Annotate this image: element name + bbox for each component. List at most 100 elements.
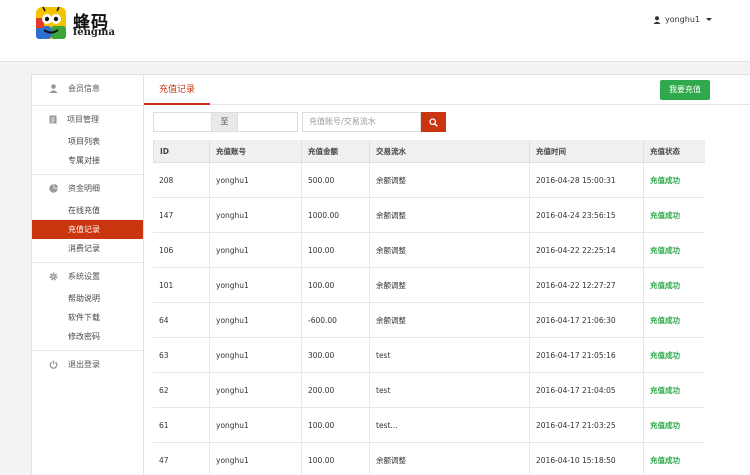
column-header[interactable]: 交易流水 <box>369 140 529 162</box>
recharge-records-table: ID 充值账号 充值金额 交易流水 充值时间 充值状态 208 yonghu1 50… <box>153 140 705 475</box>
cell-transaction: 余额调整 <box>369 198 529 232</box>
sidebar-item-dedicated-docking[interactable]: 专属对接 <box>32 151 143 170</box>
column-header[interactable]: 充值账号 <box>209 140 301 162</box>
cell-id: 147 <box>159 210 174 220</box>
cell-account: yonghu1 <box>209 373 301 407</box>
sidebar-item-project-list[interactable]: 项目列表 <box>32 132 143 151</box>
cell-transaction: 余额调整 <box>369 303 529 337</box>
cell-account: yonghu1 <box>209 443 301 475</box>
table-body: 208 yonghu1 500.00 余额调整 2016-04-28 15:00:31 充… <box>153 163 705 475</box>
cell-amount: 100.00 <box>301 408 369 442</box>
tab-recharge-records[interactable]: 充值记录 <box>144 75 210 105</box>
cell-account: yonghu1 <box>209 198 301 232</box>
cell-amount: 300.00 <box>301 338 369 372</box>
cell-id: 106 <box>159 245 174 255</box>
sidebar-item-online-recharge[interactable]: 在线充值 <box>32 201 143 220</box>
cell-time: 2016-04-24 23:56:15 <box>529 198 643 232</box>
table-row: 64 yonghu1 -600.00 余额调整 2016-04-17 21:06:30 充… <box>153 303 705 338</box>
cell-amount: 100.00 <box>301 443 369 475</box>
cell-id: 101 <box>159 280 174 290</box>
gear-icon <box>49 272 58 280</box>
cell-time: 2016-04-22 22:25:14 <box>529 233 643 267</box>
search-input[interactable]: 充值账号/交易流水 <box>302 112 421 132</box>
bee-logo-icon <box>36 6 66 39</box>
date-range-separator: 至 <box>212 112 237 132</box>
cell-account: yonghu1 <box>209 408 301 442</box>
cell-account: yonghu1 <box>209 303 301 337</box>
nav-group-settings: 系统设置 帮助说明 软件下载 修改密码 <box>32 263 143 351</box>
brand-name-en: fengma <box>73 27 115 38</box>
user-icon <box>653 15 661 24</box>
cell-account: yonghu1 <box>209 338 301 372</box>
cell-transaction: test <box>369 338 529 372</box>
search-button[interactable] <box>421 112 446 132</box>
sidebar-item-change-password[interactable]: 修改密码 <box>32 327 143 346</box>
cell-amount: 1000.00 <box>301 198 369 232</box>
top-bar: 蜂码 fengma yonghu1 <box>0 0 750 62</box>
sidebar-item-software-download[interactable]: 软件下载 <box>32 308 143 327</box>
cell-status: 充值成功 <box>643 303 705 337</box>
sidebar-item-consumption-records[interactable]: 消费记录 <box>32 239 143 258</box>
column-header[interactable]: 充值状态 <box>643 140 705 162</box>
tab-bar: 充值记录 我要充值 <box>144 75 750 105</box>
sidebar-item-label: 会员信息 <box>68 83 100 93</box>
table-row: 208 yonghu1 500.00 余额调整 2016-04-28 15:00:31 充… <box>153 163 705 198</box>
cell-time: 2016-04-28 15:00:31 <box>529 163 643 197</box>
end-date-input[interactable] <box>237 112 298 132</box>
cell-status: 充值成功 <box>643 338 705 372</box>
sidebar-item-logout[interactable]: 退出登录 <box>32 351 143 377</box>
column-header[interactable]: 充值金额 <box>301 140 369 162</box>
cell-transaction: test... <box>369 408 529 442</box>
username: yonghu1 <box>664 15 700 24</box>
table-row: 63 yonghu1 300.00 test 2016-04-17 21:05:16 充值… <box>153 338 705 373</box>
sidebar-item-label: 项目管理 <box>67 114 99 124</box>
sidebar-item-help[interactable]: 帮助说明 <box>32 289 143 308</box>
cell-amount: 100.00 <box>301 233 369 267</box>
cell-amount: 200.00 <box>301 373 369 407</box>
brand-logo[interactable]: 蜂码 fengma <box>35 6 125 42</box>
cell-id: 62 <box>159 385 169 395</box>
cell-id: 64 <box>159 315 169 325</box>
nav-group-member: 会员信息 <box>32 75 143 106</box>
cell-transaction: 余额调整 <box>369 268 529 302</box>
cell-account: yonghu1 <box>209 268 301 302</box>
sidebar-item-fund-details[interactable]: 资金明细 <box>32 175 143 201</box>
cell-status: 充值成功 <box>643 198 705 232</box>
cell-time: 2016-04-17 21:06:30 <box>529 303 643 337</box>
nav-group-funds: 资金明细 在线充值 充值记录 消费记录 <box>32 175 143 263</box>
column-header[interactable]: ID <box>153 140 209 162</box>
user-menu[interactable]: yonghu1 <box>653 15 712 24</box>
main-panel: 充值记录 我要充值 至 充值账号/交易流水 ID 充值账号 充值金额 交易流水 … <box>144 74 750 475</box>
cell-account: yonghu1 <box>209 233 301 267</box>
recharge-button[interactable]: 我要充值 <box>660 80 710 100</box>
sidebar-item-label: 系统设置 <box>68 271 100 281</box>
table-row: 101 yonghu1 100.00 余额调整 2016-04-22 12:27:27 充… <box>153 268 705 303</box>
sidebar-item-project-management[interactable]: 项目管理 <box>32 106 143 132</box>
cell-transaction: 余额调整 <box>369 443 529 475</box>
cell-status: 充值成功 <box>643 268 705 302</box>
sidebar-item-label: 资金明细 <box>68 183 100 193</box>
table-header: ID 充值账号 充值金额 交易流水 充值时间 充值状态 <box>153 140 705 163</box>
cell-id: 47 <box>159 455 169 465</box>
sidebar-item-member-info[interactable]: 会员信息 <box>32 75 143 101</box>
user-icon <box>49 83 58 93</box>
cell-time: 2016-04-17 21:03:25 <box>529 408 643 442</box>
nav-group-project: 项目管理 项目列表 专属对接 <box>32 106 143 175</box>
cell-transaction: 余额调整 <box>369 233 529 267</box>
table-row: 147 yonghu1 1000.00 余额调整 2016-04-24 23:56:15… <box>153 198 705 233</box>
cell-status: 充值成功 <box>643 233 705 267</box>
table-row: 106 yonghu1 100.00 余额调整 2016-04-22 22:25:14 充… <box>153 233 705 268</box>
start-date-input[interactable] <box>153 112 212 132</box>
cell-account: yonghu1 <box>209 163 301 197</box>
cell-status: 充值成功 <box>643 163 705 197</box>
table-row: 61 yonghu1 100.00 test... 2016-04-17 21:03:2… <box>153 408 705 443</box>
sidebar-item-system-settings[interactable]: 系统设置 <box>32 263 143 289</box>
search-icon <box>429 117 438 127</box>
cell-status: 充值成功 <box>643 443 705 475</box>
cell-id: 61 <box>159 420 169 430</box>
cell-time: 2016-04-17 21:05:16 <box>529 338 643 372</box>
cell-time: 2016-04-22 12:27:27 <box>529 268 643 302</box>
cell-status: 充值成功 <box>643 373 705 407</box>
column-header[interactable]: 充值时间 <box>529 140 643 162</box>
sidebar-item-recharge-records[interactable]: 充值记录 <box>32 220 143 239</box>
